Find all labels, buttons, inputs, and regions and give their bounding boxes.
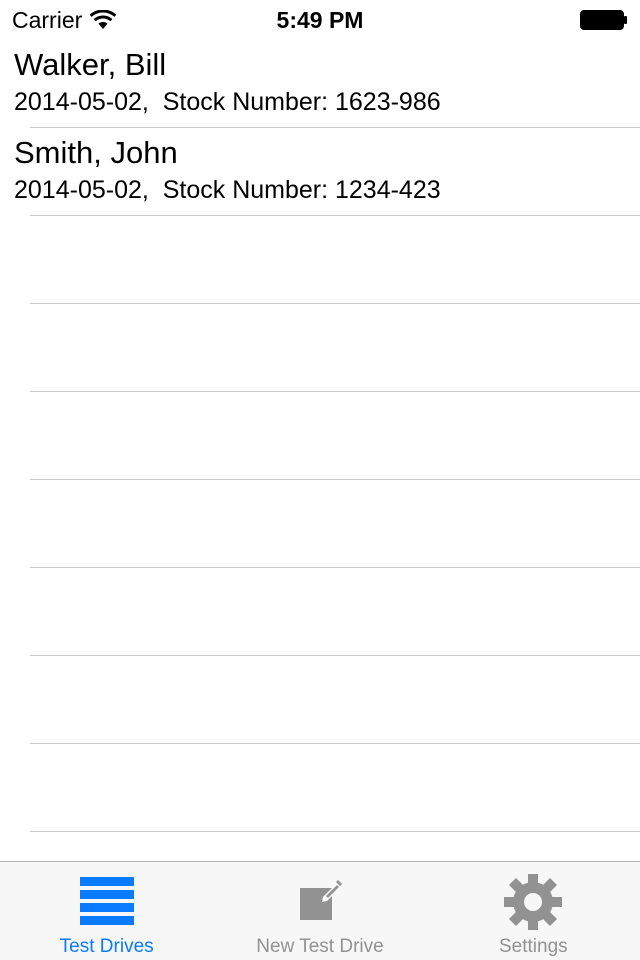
compose-icon	[299, 880, 342, 920]
test-drive-detail: 2014-05-02, Stock Number: 1623-986	[14, 88, 441, 116]
customer-name: Smith, John	[14, 135, 178, 170]
empty-row	[0, 480, 640, 568]
empty-row	[0, 656, 640, 744]
tab-test-drives[interactable]: Test Drives	[0, 862, 213, 960]
tab-label: Test Drives	[59, 936, 154, 957]
test-drive-detail: 2014-05-02, Stock Number: 1234-423	[14, 176, 441, 204]
list-icon	[79, 877, 134, 925]
tab-label: New Test Drive	[256, 936, 384, 957]
customer-name: Walker, Bill	[14, 47, 167, 82]
empty-row	[0, 568, 640, 656]
tab-new-test-drive[interactable]: New Test Drive	[213, 862, 426, 960]
tab-bar: Test Drives New Test Drive Settings	[0, 861, 640, 960]
empty-row	[0, 304, 640, 392]
tab-settings[interactable]: Settings	[427, 862, 640, 960]
empty-row	[0, 744, 640, 832]
status-bar: Carrier 5:49 PM	[0, 0, 640, 40]
list-item[interactable]: Walker, Bill 2014-05-02, Stock Number: 1…	[0, 40, 640, 128]
status-time: 5:49 PM	[276, 7, 364, 33]
list-item[interactable]: Smith, John 2014-05-02, Stock Number: 12…	[0, 128, 640, 216]
empty-row	[0, 392, 640, 480]
test-drives-list[interactable]: Walker, Bill 2014-05-02, Stock Number: 1…	[0, 40, 640, 860]
gear-icon	[504, 874, 563, 930]
tab-label: Settings	[498, 936, 568, 957]
battery-icon	[580, 10, 627, 30]
empty-row	[0, 216, 640, 304]
empty-row	[0, 832, 640, 860]
